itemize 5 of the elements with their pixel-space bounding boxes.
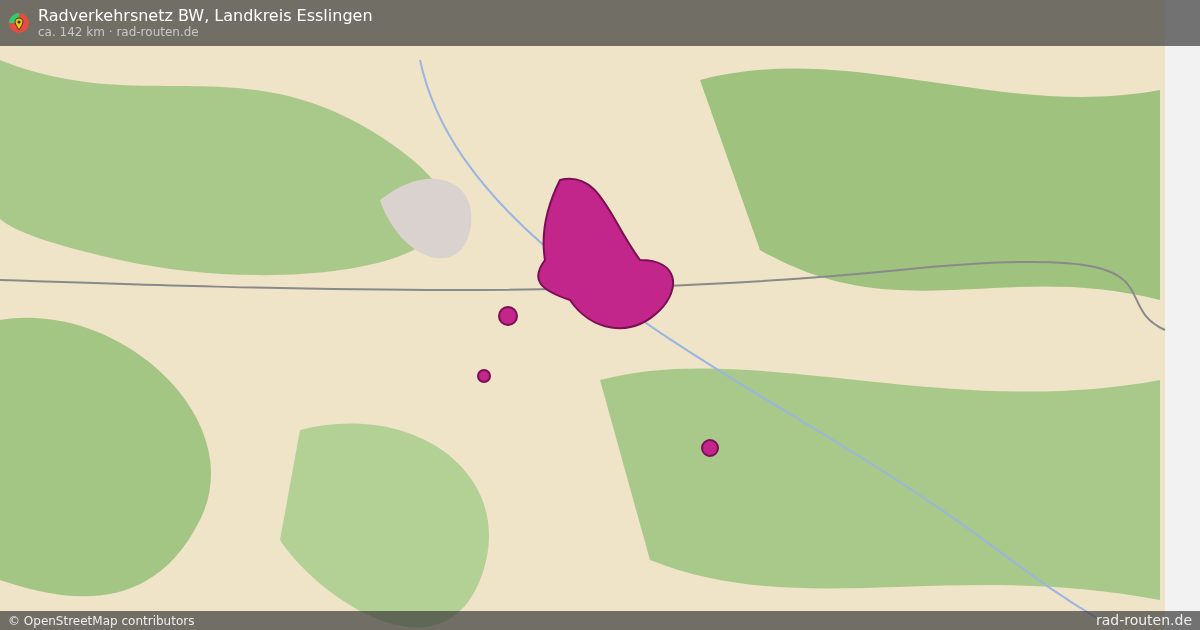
map-pin-icon (8, 11, 30, 35)
route-length: ca. 142 km · rad-routen.de (38, 25, 200, 39)
site-name: rad-routen.de (1095, 611, 1192, 630)
map-title: Radverkehrsnetz BW, Landkreis Esslingen (38, 7, 373, 25)
attribution-text: © OpenStreetMap contributors (8, 612, 195, 630)
